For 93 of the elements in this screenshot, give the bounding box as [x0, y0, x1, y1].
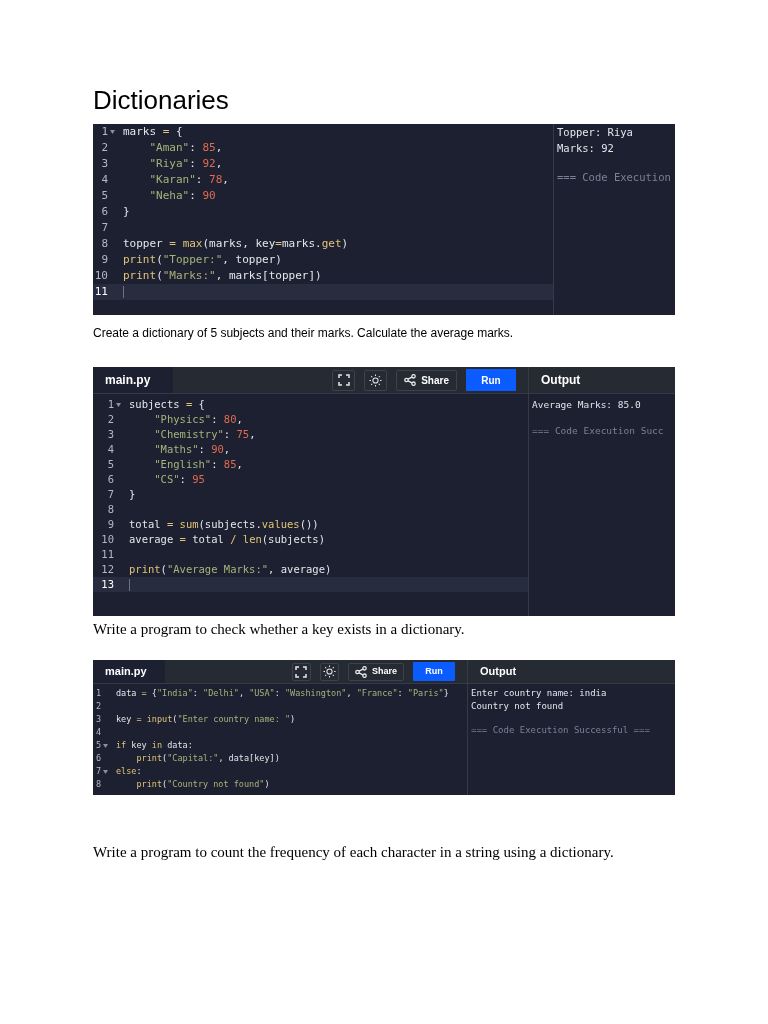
instruction-text: Create a dictionary of 5 subjects and their marks. Calculate the average marks. [93, 325, 515, 341]
output-title: Output [528, 367, 675, 393]
fullscreen-button[interactable] [292, 662, 311, 681]
line-number: 6 [107, 472, 114, 487]
fullscreen-icon [337, 374, 350, 386]
line-number: 4 [95, 726, 101, 739]
fold-caret-icon[interactable] [109, 130, 115, 134]
line-number: 12 [101, 562, 114, 577]
line-number: 10 [101, 532, 114, 547]
code-line: if key in data: [115, 739, 193, 752]
code-line: "Karan": 78, [148, 172, 229, 188]
line-number: 2 [101, 140, 108, 156]
output-line: Average Marks: 85.0 [532, 398, 642, 412]
line-number: 13 [101, 577, 114, 592]
line-number: 6 [101, 204, 108, 220]
output-line: Country not found [471, 700, 565, 713]
code-line: print("Average Marks:", average) [128, 562, 332, 577]
theme-button[interactable] [320, 662, 339, 681]
line-number: 1 [107, 397, 114, 412]
question-text: Write a program to check whether a key exists in a dictionary. [93, 620, 466, 638]
code-line: print("Capital:", data[key]) [135, 752, 280, 765]
fullscreen-button[interactable] [332, 369, 356, 391]
code-line: } [122, 204, 130, 220]
theme-button[interactable] [364, 369, 388, 391]
sun-icon [369, 373, 383, 387]
file-tab[interactable]: main.py [93, 367, 173, 393]
line-number: 8 [107, 502, 114, 517]
code-line: key = input("Enter country name: ") [115, 713, 296, 726]
code-line: subjects = { [128, 397, 205, 412]
execution-status: === Code Execution Successful === [471, 723, 651, 737]
page-heading: Dictionaries [93, 84, 230, 116]
line-number: 6 [95, 752, 101, 765]
fullscreen-icon [295, 665, 308, 678]
code-line: "English": 85, [153, 457, 243, 472]
output-line: Enter country name: india [471, 687, 608, 700]
code-line: print("Country not found") [135, 778, 270, 791]
code-line: "Chemistry": 75, [153, 427, 256, 442]
text-cursor [129, 578, 130, 591]
fold-caret-icon[interactable] [102, 743, 108, 748]
code-line: total = sum(subjects.values()) [128, 517, 319, 532]
line-number: 2 [95, 700, 101, 713]
code-line: topper = max(marks, key=marks.get) [122, 236, 349, 252]
output-title: Output [467, 660, 675, 683]
file-tab[interactable]: main.py [93, 660, 165, 683]
line-number: 9 [101, 252, 108, 268]
line-number: 5 [101, 188, 108, 204]
line-number: 7 [101, 220, 108, 236]
fold-caret-icon[interactable] [102, 769, 108, 774]
code-line: "Physics": 80, [153, 412, 243, 427]
share-icon [355, 665, 367, 678]
share-icon [404, 374, 417, 386]
run-button[interactable]: Run [466, 369, 516, 391]
code-line: data = {"India": "Delhi", "USA": "Washington", "France": "Paris"} [115, 687, 449, 700]
line-number: 1 [101, 124, 108, 140]
line-number: 4 [101, 172, 108, 188]
fold-caret-icon[interactable] [115, 402, 121, 407]
line-number: 8 [95, 778, 101, 791]
line-number: 8 [101, 236, 108, 252]
code-line: average = total / len(subjects) [128, 532, 325, 547]
line-number: 4 [107, 442, 114, 457]
line-number: 5 [95, 739, 101, 752]
line-number: 9 [107, 517, 114, 532]
line-number: 3 [95, 713, 101, 726]
line-number: 2 [107, 412, 114, 427]
code-line: marks = { [122, 124, 183, 140]
share-button[interactable]: Share [396, 369, 457, 391]
output-line: Topper: Riya [557, 125, 634, 140]
code-line: "Aman": 85, [148, 140, 223, 156]
code-line: print("Topper:", topper) [122, 252, 282, 268]
output-line: Marks: 92 [557, 141, 615, 156]
line-number: 11 [94, 284, 108, 300]
line-number: 7 [107, 487, 114, 502]
question-text: Write a program to count the frequency of each character in a string using a dictionary. [93, 843, 615, 861]
code-line: "Riya": 92, [148, 156, 223, 172]
run-button[interactable]: Run [413, 662, 455, 681]
execution-status: === Code Execution [557, 169, 672, 185]
line-number: 3 [101, 156, 108, 172]
text-cursor [123, 286, 124, 298]
code-line: "Maths": 90, [153, 442, 231, 457]
code-line: else: [115, 765, 142, 778]
line-number: 3 [107, 427, 114, 442]
code-line: "CS": 95 [153, 472, 205, 487]
share-button[interactable]: Share [348, 662, 404, 681]
code-line: } [128, 487, 136, 502]
line-number: 1 [95, 687, 101, 700]
line-number: 11 [101, 547, 114, 562]
execution-status: === Code Execution Succ [532, 424, 665, 439]
line-number: 7 [95, 765, 101, 778]
code-line: print("Marks:", marks[topper]) [122, 268, 322, 284]
code-line: "Neha": 90 [148, 188, 216, 204]
sun-icon [323, 665, 336, 678]
line-number: 10 [94, 268, 108, 284]
line-number: 5 [107, 457, 114, 472]
